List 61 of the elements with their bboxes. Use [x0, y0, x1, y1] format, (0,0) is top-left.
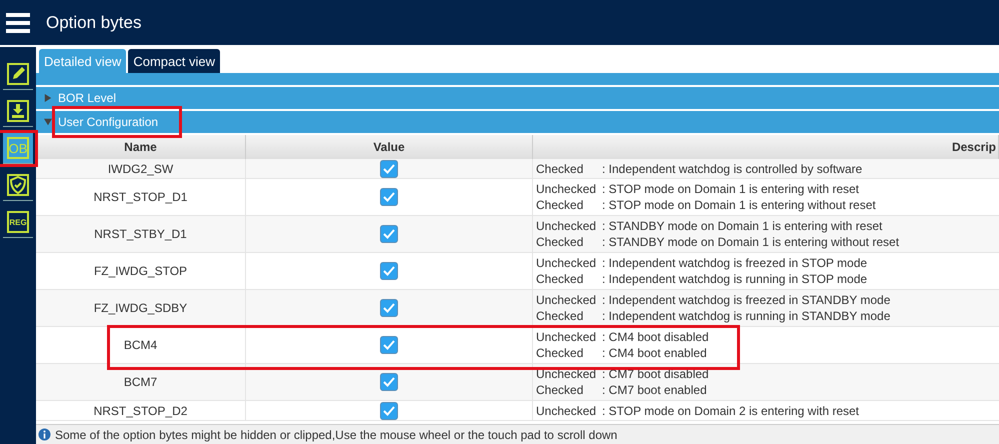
checkbox[interactable]	[380, 373, 398, 391]
description-text: : Independent watchdog is freezed in STOP mode	[602, 255, 868, 271]
description-text: : STOP mode on Domain 1 is entering without reset	[602, 197, 876, 213]
table-cell: FZ_IWDG_STOP	[94, 264, 188, 278]
state-label: Unchecked	[536, 329, 598, 345]
description-text: : CM7 boot disabled	[602, 366, 709, 382]
checkbox[interactable]	[380, 262, 398, 280]
description-text: : Independent watchdog is freezed in STANDBY mode	[602, 292, 890, 308]
table-cell: BCM4	[124, 338, 158, 352]
table-cell: NRST_STBY_D1	[94, 227, 187, 241]
shield-icon	[7, 174, 29, 196]
section-title: BOR Level	[58, 91, 116, 105]
state-label: Checked	[536, 382, 584, 398]
state-label: Unchecked	[536, 218, 598, 234]
description-text: : STANDBY mode on Domain 1 is entering without reset	[602, 234, 900, 250]
table-cell: NRST_STOP_D1	[94, 190, 188, 204]
state-label: Checked	[536, 271, 584, 287]
state-label: Unchecked	[536, 402, 598, 418]
description-text: : CM4 boot disabled	[602, 329, 709, 345]
window-title: Option bytes	[46, 12, 142, 32]
state-label: Checked	[536, 234, 584, 250]
description-text: : Independent watchdog is controlled by software	[602, 160, 862, 176]
section-title: User Configuration	[58, 115, 158, 129]
checkbox[interactable]	[380, 402, 398, 420]
state-label: Unchecked	[536, 255, 598, 271]
section-header[interactable]: User Configuration	[36, 111, 999, 135]
info-icon	[38, 428, 51, 441]
state-label: Unchecked	[536, 181, 598, 197]
state-label: Checked	[536, 160, 584, 176]
state-label: Checked	[536, 308, 584, 324]
description-text: : STANDBY mode on Domain 1 is entering with reset	[602, 218, 882, 234]
menu-icon[interactable]	[6, 12, 30, 34]
sidebar-item[interactable]: OB	[3, 133, 33, 164]
table-cell: BCM7	[124, 375, 158, 389]
tab[interactable]: Compact view	[128, 49, 220, 73]
checkbox[interactable]	[380, 188, 398, 206]
description-text: : Independent watchdog is running in STANDBY mode	[602, 308, 890, 324]
state-label: Checked	[536, 197, 584, 213]
state-label: Unchecked	[536, 366, 598, 382]
description-text: : STOP mode on Domain 1 is entering with reset	[602, 181, 860, 197]
sidebar-label: OB	[7, 137, 29, 159]
checkbox[interactable]	[380, 160, 398, 178]
table-cell: NRST_STOP_D2	[94, 404, 188, 418]
status-text: Some of the option bytes might be hidden or clipped,Use the mouse wheel or the touch pad to scroll down	[55, 428, 618, 442]
description-text: : Independent watchdog is running in STOP mode	[602, 271, 868, 287]
checkbox[interactable]	[380, 336, 398, 354]
table-cell: FZ_IWDG_SDBY	[94, 301, 188, 315]
sidebar-item[interactable]: REG	[3, 207, 33, 238]
tab[interactable]: Detailed view	[39, 49, 126, 73]
checkbox[interactable]	[380, 225, 398, 243]
state-label: Unchecked	[536, 292, 598, 308]
description-text: : CM4 boot enabled	[602, 345, 707, 361]
description-text: : CM7 boot enabled	[602, 382, 707, 398]
table-cell: IWDG2_SW	[108, 162, 174, 176]
download-icon	[7, 100, 29, 122]
sidebar-label: REG	[7, 211, 29, 233]
description-text: : STOP mode on Domain 2 is entering with reset	[602, 402, 860, 418]
section-header[interactable]: BOR Level	[36, 87, 999, 111]
state-label: Checked	[536, 345, 584, 361]
checkbox[interactable]	[380, 299, 398, 317]
pencil-icon	[7, 63, 29, 85]
